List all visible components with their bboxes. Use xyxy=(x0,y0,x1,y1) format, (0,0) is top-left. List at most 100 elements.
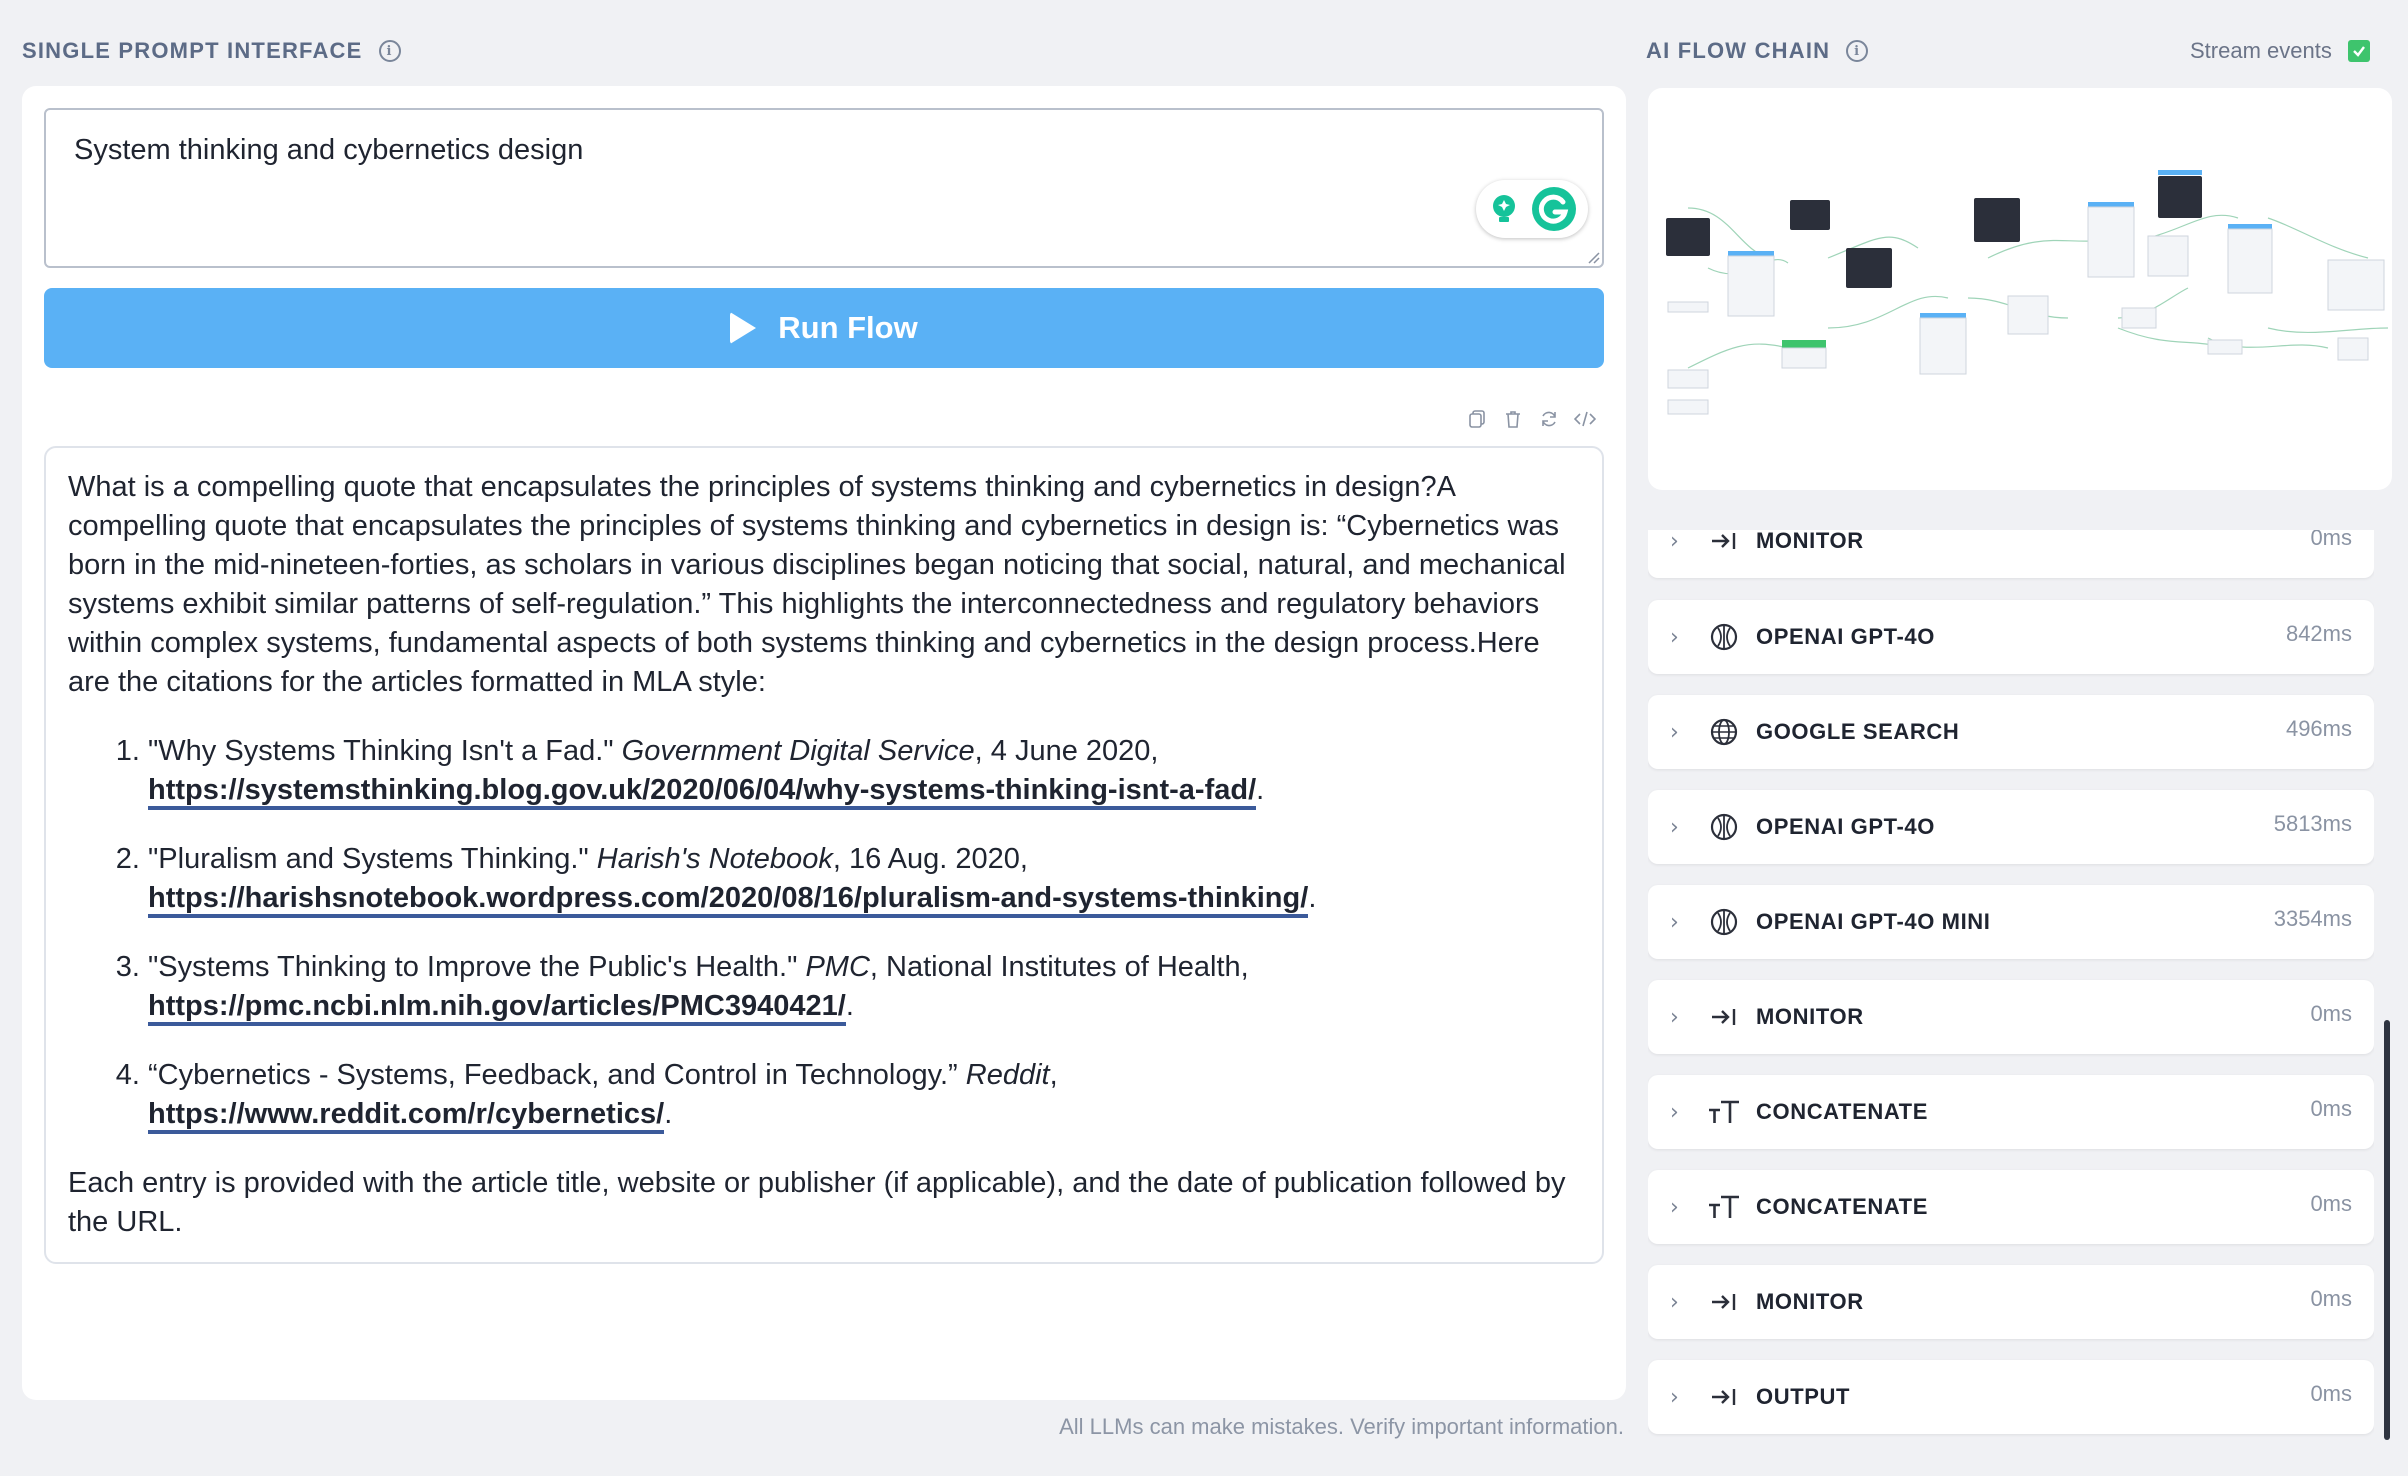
citation-title: “Cybernetics - Systems, Feedback, and Co… xyxy=(148,1059,966,1091)
prompt-text: System thinking and cybernetics design xyxy=(74,134,584,166)
chevron-right-icon[interactable]: › xyxy=(1670,910,1684,935)
stream-events-toggle[interactable]: Stream events xyxy=(2190,38,2370,64)
lightbulb-icon[interactable] xyxy=(1486,191,1522,227)
monitor-icon xyxy=(1706,1284,1742,1320)
step-label: OPENAI GPT-4O MINI xyxy=(1756,909,1991,934)
openai-icon xyxy=(1706,809,1742,845)
citation-list: "Why Systems Thinking Isn't a Fad." Gove… xyxy=(68,732,1580,1134)
prompt-panel: System thinking and cybernetics design R… xyxy=(22,86,1626,1400)
chevron-right-icon[interactable]: › xyxy=(1670,720,1684,745)
step-duration: 0ms xyxy=(2310,1381,2352,1406)
output-icon xyxy=(1706,1379,1742,1415)
chevron-right-icon[interactable]: › xyxy=(1670,815,1684,840)
step-label: OPENAI GPT-4O xyxy=(1756,624,1935,649)
flow-step[interactable]: › MONITOR 0ms xyxy=(1648,980,2374,1054)
citation-link[interactable]: https://systemsthinking.blog.gov.uk/2020… xyxy=(148,774,1257,810)
step-label: OUTPUT xyxy=(1756,1384,1851,1409)
single-prompt-header: SINGLE PROMPT INTERFACE i xyxy=(22,38,401,64)
citation-title: "Pluralism and Systems Thinking." xyxy=(148,843,597,875)
step-duration: 0ms xyxy=(2310,1191,2352,1216)
citation-link[interactable]: https://harishsnotebook.wordpress.com/20… xyxy=(148,882,1309,918)
step-duration: 0ms xyxy=(2310,1001,2352,1026)
text-icon xyxy=(1706,1094,1742,1130)
citation-item: "Pluralism and Systems Thinking." Harish… xyxy=(148,840,1580,918)
step-duration: 5813ms xyxy=(2273,811,2352,836)
run-flow-label: Run Flow xyxy=(778,310,918,345)
chevron-right-icon[interactable]: › xyxy=(1670,1195,1684,1220)
openai-icon xyxy=(1706,619,1742,655)
info-icon[interactable]: i xyxy=(1846,40,1869,62)
steps-scrollbar[interactable] xyxy=(2384,1020,2390,1440)
citation-link[interactable]: https://www.reddit.com/r/cybernetics/ xyxy=(148,1098,665,1134)
resize-handle-icon[interactable] xyxy=(1586,250,1600,264)
chevron-right-icon[interactable]: › xyxy=(1670,625,1684,650)
citation-source: Government Digital Service xyxy=(621,735,975,767)
copy-icon[interactable] xyxy=(1466,408,1488,430)
step-label: OPENAI GPT-4O xyxy=(1756,814,1935,839)
step-duration: 842ms xyxy=(2285,621,2352,646)
chevron-right-icon[interactable]: › xyxy=(1670,530,1684,554)
flow-diagram-canvas[interactable] xyxy=(1648,88,2392,490)
step-label: MONITOR xyxy=(1756,1289,1864,1314)
globe-icon xyxy=(1706,714,1742,750)
section-title: SINGLE PROMPT INTERFACE xyxy=(22,38,363,63)
citation-source: Reddit xyxy=(965,1059,1050,1091)
grammarly-icon[interactable] xyxy=(1530,185,1578,233)
response-outro: Each entry is provided with the article … xyxy=(68,1167,1566,1238)
flow-step[interactable]: › MONITOR 0ms xyxy=(1648,1265,2374,1339)
checkbox-checked-icon[interactable] xyxy=(2347,40,2370,62)
openai-icon xyxy=(1706,904,1742,940)
step-label: CONCATENATE xyxy=(1756,1194,1928,1219)
prompt-input[interactable]: System thinking and cybernetics design xyxy=(44,108,1604,268)
step-label: GOOGLE SEARCH xyxy=(1756,719,1960,744)
chevron-right-icon[interactable]: › xyxy=(1670,1005,1684,1030)
citation-detail: , National Institutes of Health, xyxy=(869,951,1249,983)
info-icon[interactable]: i xyxy=(378,40,401,62)
flow-step[interactable]: › OPENAI GPT-4O MINI 3354ms xyxy=(1648,885,2374,959)
citation-detail: , 16 Aug. 2020, xyxy=(832,843,1028,875)
flow-step[interactable]: › OPENAI GPT-4O 5813ms xyxy=(1648,790,2374,864)
citation-detail: , xyxy=(1049,1059,1058,1091)
play-icon xyxy=(730,312,757,344)
citation-item: “Cybernetics - Systems, Feedback, and Co… xyxy=(148,1056,1580,1134)
citation-title: "Why Systems Thinking Isn't a Fad." xyxy=(148,735,622,767)
flow-step[interactable]: › CONCATENATE 0ms xyxy=(1648,1170,2374,1244)
response-intro: What is a compelling quote that encapsul… xyxy=(68,471,1566,698)
grammarly-widget[interactable] xyxy=(1476,180,1588,238)
flow-step[interactable]: › OPENAI GPT-4O 842ms xyxy=(1648,600,2374,674)
flow-step[interactable]: › CONCATENATE 0ms xyxy=(1648,1075,2374,1149)
step-duration: 496ms xyxy=(2285,716,2352,741)
step-label: CONCATENATE xyxy=(1756,1099,1928,1124)
run-flow-button[interactable]: Run Flow xyxy=(44,288,1604,368)
flow-step[interactable]: › MONITOR 0ms xyxy=(1648,530,2374,578)
step-duration: 3354ms xyxy=(2273,906,2352,931)
monitor-icon xyxy=(1706,999,1742,1035)
chevron-right-icon[interactable]: › xyxy=(1670,1100,1684,1125)
flow-step[interactable]: › OUTPUT 0ms xyxy=(1648,1360,2374,1434)
section-title: AI FLOW CHAIN xyxy=(1646,38,1831,63)
flow-step[interactable]: › GOOGLE SEARCH 496ms xyxy=(1648,695,2374,769)
citation-detail: , 4 June 2020, xyxy=(974,735,1159,767)
citation-item: "Why Systems Thinking Isn't a Fad." Gove… xyxy=(148,732,1580,810)
citation-source: PMC xyxy=(805,951,870,983)
step-duration: 0ms xyxy=(2310,1096,2352,1121)
citation-source: Harish's Notebook xyxy=(596,843,833,875)
citation-item: "Systems Thinking to Improve the Public'… xyxy=(148,948,1580,1026)
chevron-right-icon[interactable]: › xyxy=(1670,1290,1684,1315)
step-label: MONITOR xyxy=(1756,530,1864,553)
refresh-icon[interactable] xyxy=(1538,408,1560,430)
stream-events-label: Stream events xyxy=(2190,38,2332,63)
flow-steps-list: › MONITOR 0ms › OPENAI GPT-4O 842ms › GO… xyxy=(1648,530,2374,1446)
step-duration: 0ms xyxy=(2310,1286,2352,1311)
citation-title: "Systems Thinking to Improve the Public'… xyxy=(148,951,806,983)
citation-link[interactable]: https://pmc.ncbi.nlm.nih.gov/articles/PM… xyxy=(148,990,846,1026)
flow-minimap[interactable] xyxy=(1648,88,2392,490)
disclaimer-text: All LLMs can make mistakes. Verify impor… xyxy=(1059,1414,1624,1439)
code-icon[interactable] xyxy=(1574,408,1596,430)
chevron-right-icon[interactable]: › xyxy=(1670,1385,1684,1410)
trash-icon[interactable] xyxy=(1502,408,1524,430)
text-icon xyxy=(1706,1189,1742,1225)
response-output: What is a compelling quote that encapsul… xyxy=(44,446,1604,1264)
flow-chain-header: AI FLOW CHAIN i xyxy=(1646,38,1869,64)
response-toolbar xyxy=(1466,408,1596,430)
